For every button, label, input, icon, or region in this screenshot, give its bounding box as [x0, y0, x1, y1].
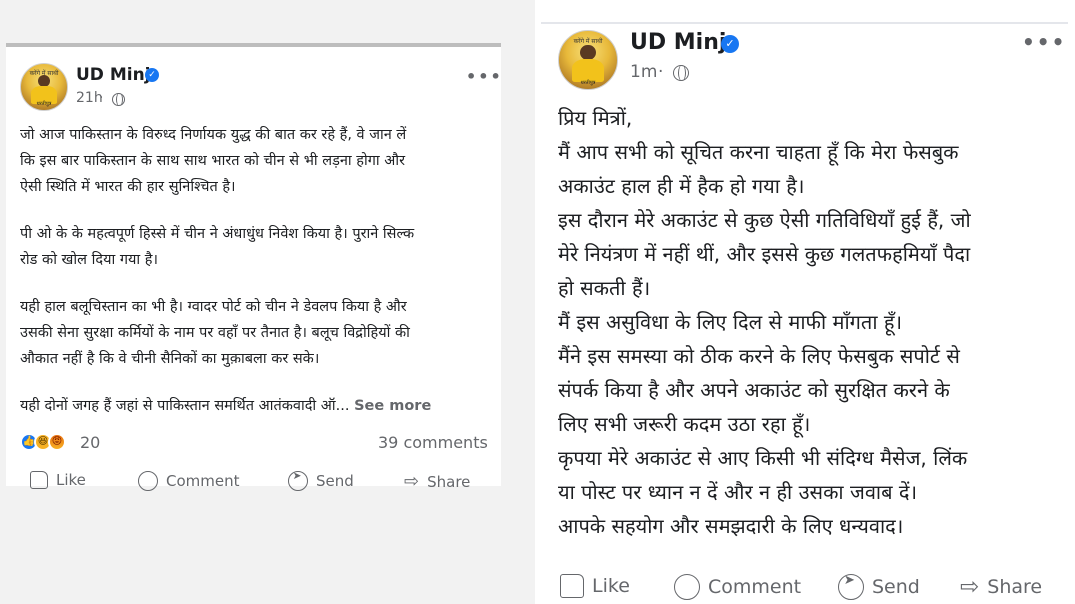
- post-line: यही हाल बलूचिस्तान का भी है। ग्वादर पोर्…: [20, 299, 407, 315]
- see-more-link[interactable]: See more: [354, 398, 431, 414]
- comment-icon: [674, 574, 700, 600]
- post-line: कि इस बार पाकिस्तान के साथ साथ भारत को च…: [20, 153, 406, 169]
- post-line: प्रिय मित्रों,: [558, 106, 633, 130]
- post-line: आपके सहयोग और समझदारी के लिए धन्यवाद।: [558, 514, 904, 538]
- comment-button[interactable]: Comment: [674, 574, 801, 600]
- share-button[interactable]: ⇨ Share: [960, 574, 1042, 600]
- reaction-icons[interactable]: 👍 😆 😡: [20, 433, 68, 451]
- comment-label: Comment: [708, 576, 802, 598]
- like-button[interactable]: Like: [560, 574, 630, 598]
- avatar-caption-bottom: धरतीपुत्र: [36, 101, 52, 108]
- left-screenshot-background: करेंगे में साथी धरतीपुत्र UD Minj ✓ 21h …: [0, 0, 535, 604]
- post-line: पी ओ के के महत्वपूर्ण हिस्से में चीन ने …: [20, 226, 415, 242]
- post-time[interactable]: 1m: [630, 62, 657, 82]
- post-line: हो सकती हैं।: [558, 276, 651, 300]
- author-name[interactable]: UD Minj: [630, 30, 726, 55]
- post-line-truncated: यही दोनों जगह हैं जहां से पाकिस्तान समर्…: [20, 395, 431, 415]
- like-icon: [30, 471, 48, 489]
- post-line: इस दौरान मेरे अकाउंट से कुछ ऐसी गतिविधिय…: [558, 208, 971, 232]
- more-options-icon[interactable]: •••: [466, 67, 503, 86]
- verified-badge-icon: ✓: [721, 35, 739, 53]
- post-line: औकात नहीं है कि वे चीनी सैनिकों का मुक़ा…: [20, 351, 320, 367]
- send-icon: [838, 573, 864, 600]
- globe-icon: [112, 93, 125, 106]
- globe-icon: [673, 65, 689, 81]
- verified-badge-icon: ✓: [145, 68, 159, 82]
- more-options-icon[interactable]: •••: [1022, 30, 1066, 54]
- post-line: उसकी सेना सुरक्षा कर्मियों के नाम पर वहा…: [20, 325, 410, 341]
- left-post-card: करेंगे में साथी धरतीपुत्र UD Minj ✓ 21h …: [6, 43, 503, 492]
- post-line: मैंने इस समस्या को ठीक करने के लिए फेसबु…: [558, 344, 960, 368]
- send-button[interactable]: Send: [838, 573, 920, 600]
- avatar[interactable]: करेंगे में साथी धरतीपुत्र: [558, 30, 618, 90]
- share-label: Share: [987, 576, 1043, 598]
- meta-separator: ·: [658, 62, 664, 82]
- post-line: यही दोनों जगह हैं जहां से पाकिस्तान समर्…: [20, 398, 350, 414]
- send-button[interactable]: Send: [288, 470, 354, 491]
- post-line: ऐसी स्थिति में भारत की हार सुनिश्चित है।: [20, 179, 236, 195]
- comment-label: Comment: [166, 472, 240, 490]
- avatar-body: [571, 58, 605, 83]
- comment-count[interactable]: 39 comments: [378, 433, 488, 452]
- like-label: Like: [56, 471, 86, 489]
- avatar-caption-bottom: धरतीपुत्र: [580, 79, 596, 86]
- angry-reaction-icon: 😡: [48, 433, 66, 451]
- avatar[interactable]: करेंगे में साथी धरतीपुत्र: [20, 63, 68, 111]
- reaction-count[interactable]: 20: [80, 433, 100, 452]
- share-button[interactable]: ⇨ Share: [404, 471, 470, 492]
- avatar-caption-top: करेंगे में साथी: [573, 37, 603, 45]
- post-line: कृपया मेरे अकाउंट से आए किसी भी संदिग्ध …: [558, 446, 968, 470]
- post-line: रोड को खोल दिया गया है।: [20, 252, 158, 268]
- send-label: Send: [316, 472, 354, 490]
- author-name[interactable]: UD Minj: [76, 65, 151, 85]
- post-line: मेरे नियंत्रण में नहीं थीं, और इससे कुछ …: [558, 242, 971, 266]
- post-line: संपर्क किया है और अपने अकाउंट को सुरक्षि…: [558, 378, 950, 402]
- like-button[interactable]: Like: [30, 471, 86, 489]
- share-label: Share: [427, 472, 471, 491]
- comment-button[interactable]: Comment: [138, 471, 240, 491]
- right-post-card: करेंगे में साथी धरतीपुत्र UD Minj ✓ 1m ·…: [541, 22, 1068, 604]
- share-icon: ⇨: [404, 471, 420, 492]
- post-line: जो आज पाकिस्तान के विरुध्द निर्णायक युद्…: [20, 127, 407, 143]
- comment-icon: [138, 471, 158, 491]
- like-label: Like: [592, 575, 630, 597]
- post-line: मैं इस असुविधा के लिए दिल से माफी माँगता…: [558, 310, 903, 334]
- post-line: या पोस्ट पर ध्यान न दें और न ही उसका जवा…: [558, 480, 918, 504]
- meta-separator: ·: [99, 90, 104, 106]
- share-icon: ⇨: [960, 574, 980, 600]
- post-line: लिए सभी जरूरी कदम उठा रहा हूँ।: [558, 412, 811, 436]
- send-icon: [288, 470, 308, 491]
- post-line: अकाउंट हाल ही में हैक हो गया है।: [558, 174, 805, 198]
- send-label: Send: [872, 576, 920, 598]
- avatar-head: [580, 44, 596, 60]
- like-icon: [560, 574, 584, 598]
- post-line: मैं आप सभी को सूचित करना चाहता हूँ कि मे…: [558, 140, 959, 164]
